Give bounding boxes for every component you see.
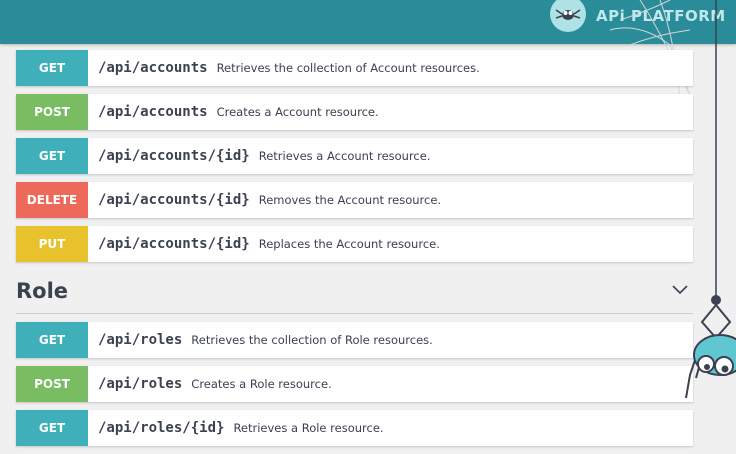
- operation-description: Replaces the Account resource.: [258, 237, 440, 251]
- method-badge: POST: [16, 366, 88, 402]
- spider-logo-icon: [550, 0, 586, 32]
- operation-path: /api/accounts/{id}: [98, 192, 250, 208]
- operation-row[interactable]: POST/api/roles Creates a Role resource.: [16, 366, 693, 402]
- method-badge: DELETE: [16, 182, 88, 218]
- method-badge: PUT: [16, 226, 88, 262]
- method-badge: GET: [16, 50, 88, 86]
- operation-path: /api/accounts/{id}: [98, 148, 250, 164]
- operation-path: /api/roles: [98, 332, 183, 348]
- operations-container: GET/api/accounts Retrieves the collection…: [16, 50, 693, 454]
- method-badge: GET: [16, 410, 88, 446]
- brand-name: APi PLATFORM: [596, 7, 726, 25]
- operation-description: Retrieves the collection of Role resourc…: [191, 333, 433, 347]
- operation-path: /api/accounts: [98, 104, 208, 120]
- chevron-down-icon[interactable]: [671, 283, 689, 297]
- brand[interactable]: APi PLATFORM: [550, 0, 726, 32]
- tag-title: Role: [16, 279, 69, 303]
- method-badge: GET: [16, 138, 88, 174]
- operation-row[interactable]: GET/api/roles Retrieves the collection of…: [16, 322, 693, 358]
- operation-row[interactable]: PUT/api/accounts/{id} Replaces the Accoun…: [16, 226, 693, 262]
- operation-description: Creates a Role resource.: [191, 377, 332, 391]
- operation-path: /api/roles: [98, 376, 183, 392]
- operation-path: /api/accounts: [98, 60, 208, 76]
- method-badge: POST: [16, 94, 88, 130]
- operation-row[interactable]: DELETE/api/accounts/{id} Removes the Acco…: [16, 182, 693, 218]
- operation-row[interactable]: GET/api/accounts/{id} Retrieves a Account…: [16, 138, 693, 174]
- operation-row[interactable]: GET/api/accounts Retrieves the collection…: [16, 50, 693, 86]
- operation-path: /api/accounts/{id}: [98, 236, 250, 252]
- operation-description: Retrieves the collection of Account reso…: [216, 61, 480, 75]
- operation-row[interactable]: POST/api/accounts Creates a Account resou…: [16, 94, 693, 130]
- tag-header-role[interactable]: Role: [16, 269, 693, 314]
- operation-description: Retrieves a Account resource.: [258, 149, 431, 163]
- operation-description: Removes the Account resource.: [258, 193, 442, 207]
- method-badge: GET: [16, 322, 88, 358]
- top-bar: APi PLATFORM: [0, 0, 736, 44]
- operation-description: Retrieves a Role resource.: [233, 421, 384, 435]
- operation-description: Creates a Account resource.: [216, 105, 379, 119]
- operation-row[interactable]: GET/api/roles/{id} Retrieves a Role resou…: [16, 410, 693, 446]
